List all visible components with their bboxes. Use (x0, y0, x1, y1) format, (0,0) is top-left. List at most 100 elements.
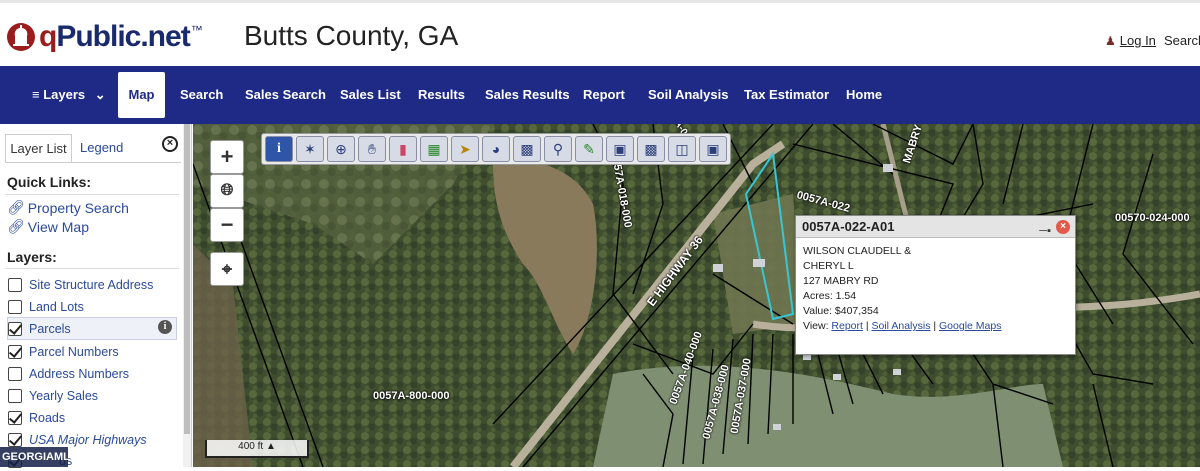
soil-analysis-link[interactable]: Soil Analysis (872, 320, 931, 332)
property-value: Value: $407,354 (803, 305, 879, 317)
layer-panel: Layer List Legend × Quick Links: 🔗︎ Prop… (0, 124, 192, 468)
logo-prefix: q (39, 20, 57, 53)
property-address: 127 MABRY RD (803, 275, 879, 287)
locate-crosshair-icon[interactable]: ⌖ (210, 252, 244, 286)
google-maps-link[interactable]: Google Maps (939, 320, 1001, 332)
popup-title: 0057A-022-A01 ─▪ × (796, 216, 1075, 238)
layer-checkbox[interactable] (8, 278, 22, 292)
layer-parcel-numbers[interactable]: Parcel Numbers (8, 342, 178, 362)
nav-results[interactable]: Results (418, 66, 465, 124)
layer-label: Address Numbers (29, 367, 130, 381)
county-title: Butts County, GA (244, 20, 459, 51)
layer-checkbox[interactable] (8, 411, 22, 425)
draw-pencil-icon[interactable]: ✎ (575, 136, 603, 162)
layer-parcels[interactable]: Parcels i (7, 317, 177, 340)
pin-icon[interactable]: ─▪ (1039, 220, 1051, 242)
site-header: q Public.net ™ Butts County, GA ♟ Log In… (0, 0, 1200, 66)
nav-sales-search[interactable]: Sales Search (245, 66, 326, 124)
scale-label: 400 ft (238, 441, 264, 452)
nav-search[interactable]: Search (180, 66, 223, 124)
user-icon: ♟ (1105, 33, 1116, 48)
scale-bar: 400 ft ▲ (205, 440, 309, 458)
property-search-label: Property Search (27, 199, 129, 216)
login-link[interactable]: Log In (1120, 33, 1156, 48)
layer-checkbox[interactable] (8, 321, 22, 336)
nav-layers-dropdown[interactable]: ≡ Layers ⌄ (32, 66, 106, 124)
layer-checkbox[interactable] (8, 345, 22, 359)
tab-divider (5, 162, 181, 163)
layer-yearly-sales[interactable]: Yearly Sales (8, 386, 178, 406)
layer-land-lots[interactable]: Land Lots (8, 297, 178, 317)
divider (5, 194, 179, 195)
select-box-icon[interactable]: ▦ (420, 136, 448, 162)
map-canvas[interactable]: 00570-024-000 0057A-800-000 E HIGHWAY 36… (193, 124, 1200, 467)
layer-label: Parcels (29, 321, 71, 336)
divider (5, 268, 179, 269)
globe-icon[interactable]: 🌐︎ (210, 174, 244, 208)
quick-links-heading: Quick Links: (7, 174, 92, 190)
layer-address-numbers[interactable]: Address Numbers (8, 364, 178, 384)
parcel-label: 0057A-800-000 (373, 390, 450, 402)
pan-hand-icon[interactable]: ✋︎ (358, 136, 386, 162)
capitol-dome-icon (7, 23, 35, 51)
triangle-up-icon: ▲ (265, 441, 276, 452)
view-map-label: View Map (27, 218, 89, 235)
pointer-icon[interactable]: ➤ (451, 136, 479, 162)
info-icon[interactable]: i (158, 320, 172, 334)
info-icon[interactable]: i (265, 136, 293, 162)
map-toolbar: i ✶ ⊕ ✋︎ ▮ ▦ ➤ ◕ ▩ ⚲ ✎ ▣ ▩ ◫ ▣ (261, 133, 731, 165)
layer-checkbox[interactable] (8, 389, 22, 403)
view-label: View: (803, 320, 829, 332)
nav-soil-analysis[interactable]: Soil Analysis (648, 66, 728, 124)
view-map-link[interactable]: 🔗︎ View Map (7, 218, 89, 235)
login-link-group[interactable]: ♟ Log In (1105, 33, 1156, 48)
logo-text: Public.net (56, 20, 190, 53)
logo-trademark: ™ (190, 23, 203, 37)
nav-sales-list[interactable]: Sales List (340, 66, 401, 124)
layers-heading: Layers: (7, 249, 57, 265)
buffer-icon[interactable]: ▩ (513, 136, 541, 162)
nav-home[interactable]: Home (846, 66, 882, 124)
sidebar-scrollbar[interactable] (183, 124, 191, 467)
property-search-link[interactable]: 🔗︎ Property Search (7, 199, 129, 216)
layer-checkbox[interactable] (8, 433, 22, 447)
zoom-out-button[interactable]: − (210, 208, 244, 242)
find-icon[interactable]: ⚲ (544, 136, 572, 162)
full-extent-icon[interactable]: ▣ (606, 136, 634, 162)
popup-view-links: View: Report | Soil Analysis | Google Ma… (803, 320, 1002, 332)
close-panel-icon[interactable]: × (162, 136, 178, 152)
zoom-in-button[interactable]: + (210, 140, 244, 174)
close-icon[interactable]: × (1056, 220, 1070, 234)
save-icon[interactable]: ▣ (699, 136, 727, 162)
identify-icon[interactable]: ✶ (296, 136, 324, 162)
zoom-in-tool-icon[interactable]: ⊕ (327, 136, 355, 162)
layer-checkbox[interactable] (8, 300, 22, 314)
globe-icon[interactable]: ◕ (482, 136, 510, 162)
layer-label: Yearly Sales (29, 389, 99, 403)
eraser-icon[interactable]: ▮ (389, 136, 417, 162)
mls-watermark: GEORGIAMLS (0, 447, 77, 467)
nav-report[interactable]: Report (583, 66, 625, 124)
qpublic-logo[interactable]: q Public.net ™ (6, 17, 203, 57)
nav-tax-estimator[interactable]: Tax Estimator (744, 66, 829, 124)
tab-legend[interactable]: Legend (80, 134, 123, 163)
tab-layer-list[interactable]: Layer List (5, 134, 72, 163)
layer-label: Site Structure Address (29, 278, 154, 292)
header-search-link[interactable]: Search (1164, 33, 1200, 48)
nav-layers-label: Layers (43, 87, 86, 102)
export-icon[interactable]: ◫ (668, 136, 696, 162)
stack-icon: ≡ (32, 87, 40, 102)
layer-site-structure-address[interactable]: Site Structure Address (8, 275, 178, 295)
print-icon[interactable]: ▩ (637, 136, 665, 162)
nav-map[interactable]: Map (118, 72, 165, 118)
report-link[interactable]: Report (831, 320, 863, 332)
scrollbar-thumb[interactable] (184, 124, 190, 434)
layer-roads[interactable]: Roads (8, 408, 178, 428)
nav-sales-results[interactable]: Sales Results (485, 66, 570, 124)
owner-line-2: CHERYL L (803, 260, 854, 272)
parcel-popup: 0057A-022-A01 ─▪ × WILSON CLAUDELL & CHE… (795, 215, 1076, 355)
layer-label: Parcel Numbers (29, 345, 119, 359)
layer-label: Roads (29, 411, 66, 425)
layer-checkbox[interactable] (8, 367, 22, 381)
link-chain-icon: 🔗︎ (7, 199, 25, 215)
